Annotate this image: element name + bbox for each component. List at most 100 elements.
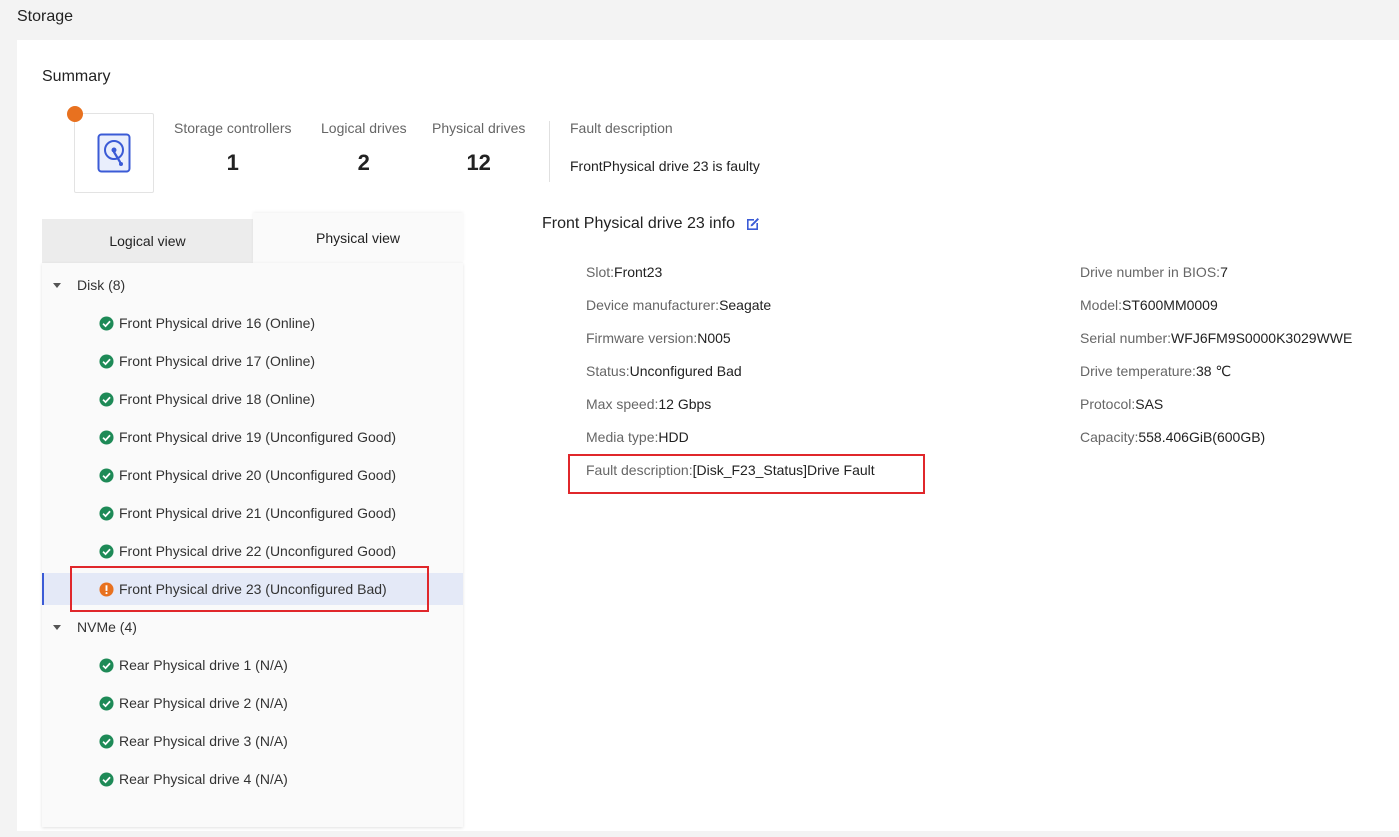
edit-icon[interactable]	[745, 216, 761, 232]
property-value: 558.406GiB(600GB)	[1138, 429, 1266, 445]
check-circle-icon	[99, 733, 114, 749]
tree-item-label: Rear Physical drive 4 (N/A)	[119, 771, 288, 787]
summary-fault-value: FrontPhysical drive 23 is faulty	[570, 158, 760, 174]
detail-property: Device manufacturer:Seagate	[586, 297, 771, 313]
stat-value: 2	[357, 150, 370, 175]
tree-item-drive[interactable]: Front Physical drive 16 (Online)	[42, 307, 463, 339]
tree-item-label: Front Physical drive 18 (Online)	[119, 391, 316, 407]
property-value: 12 Gbps	[658, 396, 712, 412]
property-value: HDD	[658, 429, 689, 445]
property-value: WFJ6FM9S0000K3029WWE	[1171, 330, 1353, 346]
tab-physical-view[interactable]: Physical view	[253, 213, 463, 263]
stat-storage-controllers: Storage controllers 1	[174, 120, 292, 176]
summary-title: Summary	[42, 68, 111, 85]
tree-item-drive[interactable]: Front Physical drive 19 (Unconfigured Go…	[42, 421, 463, 453]
stat-value: 1	[226, 150, 239, 175]
property-value: Front23	[614, 264, 663, 280]
tree-item-drive[interactable]: Front Physical drive 18 (Online)	[42, 383, 463, 415]
check-circle-icon	[99, 543, 114, 559]
storage-summary-icon-box	[74, 113, 154, 193]
property-value: SAS	[1135, 396, 1164, 412]
hard-drive-icon	[97, 133, 131, 173]
tree-item-drive[interactable]: Front Physical drive 17 (Online)	[42, 345, 463, 377]
detail-property: Protocol:SAS	[1080, 396, 1163, 412]
tree-item-label: Front Physical drive 19 (Unconfigured Go…	[119, 429, 397, 445]
property-label: Status:	[586, 363, 630, 379]
tree-item-drive[interactable]: Rear Physical drive 1 (N/A)	[42, 649, 463, 681]
tree-group-label: NVMe (4)	[77, 619, 137, 635]
check-circle-icon	[99, 353, 114, 369]
check-circle-icon	[99, 467, 114, 483]
highlight-box-selected-drive	[70, 566, 429, 612]
summary-fault-label: Fault description	[570, 120, 673, 136]
property-label: Media type:	[586, 429, 659, 445]
tree-item-drive[interactable]: Rear Physical drive 3 (N/A)	[42, 725, 463, 757]
drive-tree: Disk (8) Front Physical drive 16 (Online…	[42, 263, 463, 827]
stat-label: Logical drives	[321, 120, 407, 136]
tree-item-drive[interactable]: Front Physical drive 22 (Unconfigured Go…	[42, 535, 463, 567]
tree-group-disk[interactable]: Disk (8)	[42, 269, 463, 301]
tree-item-label: Front Physical drive 22 (Unconfigured Go…	[119, 543, 397, 559]
property-label: Capacity:	[1080, 429, 1139, 445]
property-value: 38 ℃	[1195, 363, 1232, 379]
detail-property: Firmware version:N005	[586, 330, 731, 346]
stat-physical-drives: Physical drives 12	[432, 120, 525, 176]
check-circle-icon	[99, 695, 114, 711]
tree-item-drive[interactable]: Front Physical drive 20 (Unconfigured Go…	[42, 459, 463, 491]
tree-item-label: Front Physical drive 21 (Unconfigured Go…	[119, 505, 397, 521]
detail-title: Front Physical drive 23 info	[542, 215, 761, 233]
tree-item-label: Front Physical drive 16 (Online)	[119, 315, 316, 331]
stat-label: Physical drives	[432, 120, 526, 136]
tree-item-drive[interactable]: Front Physical drive 21 (Unconfigured Go…	[42, 497, 463, 529]
check-circle-icon	[99, 505, 114, 521]
stat-label: Storage controllers	[174, 120, 292, 136]
highlight-box-fault-description	[568, 454, 925, 494]
property-value: ST600MM0009	[1122, 297, 1218, 313]
check-circle-icon	[99, 771, 114, 787]
property-value: 7	[1220, 264, 1228, 280]
check-circle-icon	[99, 429, 114, 445]
divider	[549, 121, 550, 182]
property-label: Firmware version:	[586, 330, 698, 346]
property-label: Drive number in BIOS:	[1080, 264, 1221, 280]
caret-down-icon	[53, 624, 61, 630]
alert-dot-icon	[67, 106, 83, 122]
page-title: Storage	[17, 8, 74, 25]
property-label: Slot:	[586, 264, 615, 280]
property-label: Model:	[1080, 297, 1123, 313]
property-value: Seagate	[719, 297, 772, 313]
property-label: Drive temperature:	[1080, 363, 1196, 379]
tree-item-drive[interactable]: Rear Physical drive 4 (N/A)	[42, 763, 463, 795]
check-circle-icon	[99, 391, 114, 407]
storage-card: Summary Storage controllers 1 Logical dr…	[17, 40, 1399, 831]
detail-property: Capacity:558.406GiB(600GB)	[1080, 429, 1265, 445]
tree-item-label: Rear Physical drive 1 (N/A)	[119, 657, 288, 673]
property-label: Protocol:	[1080, 396, 1136, 412]
property-value: N005	[697, 330, 731, 346]
caret-down-icon	[53, 282, 61, 288]
detail-property: Status:Unconfigured Bad	[586, 363, 742, 379]
property-label: Max speed:	[586, 396, 659, 412]
detail-property: Drive temperature:38 ℃	[1080, 363, 1231, 380]
detail-property: Slot:Front23	[586, 264, 662, 280]
detail-property: Max speed:12 Gbps	[586, 396, 711, 412]
stat-value: 12	[466, 150, 491, 175]
stat-logical-drives: Logical drives 2	[321, 120, 407, 176]
check-circle-icon	[99, 657, 114, 673]
tree-item-label: Rear Physical drive 3 (N/A)	[119, 733, 288, 749]
tree-group-nvme[interactable]: NVMe (4)	[42, 611, 463, 643]
property-value: Unconfigured Bad	[629, 363, 742, 379]
tree-item-label: Rear Physical drive 2 (N/A)	[119, 695, 288, 711]
tree-item-drive[interactable]: Rear Physical drive 2 (N/A)	[42, 687, 463, 719]
tree-item-label: Front Physical drive 20 (Unconfigured Go…	[119, 467, 397, 483]
detail-property: Media type:HDD	[586, 429, 689, 445]
detail-property: Model:ST600MM0009	[1080, 297, 1218, 313]
detail-property: Serial number:WFJ6FM9S0000K3029WWE	[1080, 330, 1352, 346]
property-label: Device manufacturer:	[586, 297, 720, 313]
tree-group-label: Disk (8)	[77, 277, 126, 293]
property-label: Serial number:	[1080, 330, 1172, 346]
check-circle-icon	[99, 315, 114, 331]
detail-property: Drive number in BIOS:7	[1080, 264, 1228, 280]
detail-title-text: Front Physical drive 23 info	[542, 215, 735, 232]
tab-logical-view[interactable]: Logical view	[42, 219, 253, 263]
